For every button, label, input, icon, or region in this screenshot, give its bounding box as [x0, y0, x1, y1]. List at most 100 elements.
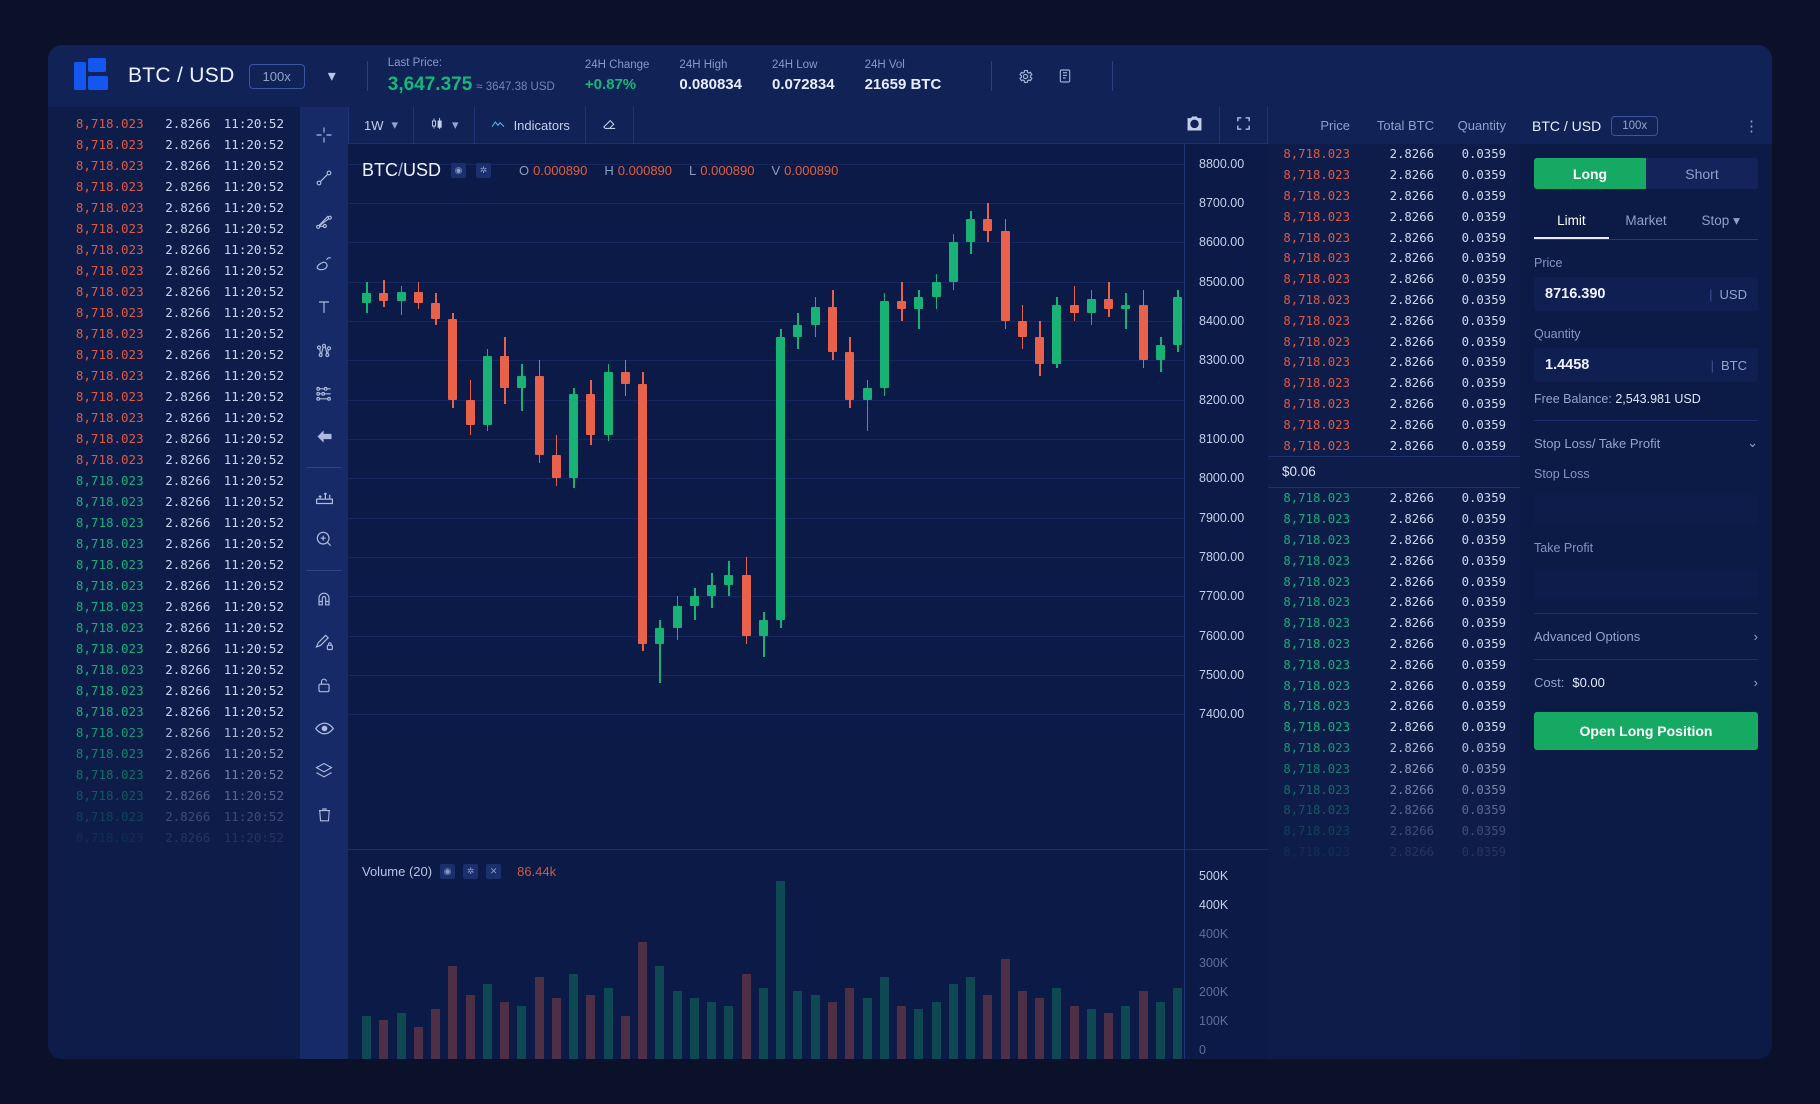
brand-logo-icon[interactable]: [74, 58, 110, 94]
order-book-row[interactable]: 8,718.0232.82660.0359: [1268, 352, 1520, 373]
trade-row[interactable]: 8,718.0232.826611:20:52: [48, 113, 300, 134]
pitchfork-icon[interactable]: [306, 332, 342, 368]
trade-row[interactable]: 8,718.0232.826611:20:52: [48, 365, 300, 386]
screenshot-button[interactable]: [1170, 107, 1220, 144]
order-book-row[interactable]: 8,718.0232.82660.0359: [1268, 186, 1520, 207]
gear-icon[interactable]: ✲: [463, 864, 478, 879]
tab-limit[interactable]: Limit: [1534, 206, 1609, 239]
trade-row[interactable]: 8,718.0232.826611:20:52: [48, 743, 300, 764]
order-book-row[interactable]: 8,718.0232.82660.0359: [1268, 414, 1520, 435]
trade-row[interactable]: 8,718.0232.826611:20:52: [48, 449, 300, 470]
asks-list[interactable]: 8,718.0232.82660.03598,718.0232.82660.03…: [1268, 144, 1520, 456]
trade-row[interactable]: 8,718.0232.826611:20:52: [48, 722, 300, 743]
eraser-button[interactable]: [586, 107, 634, 144]
indicators-button[interactable]: Indicators: [475, 107, 586, 144]
quantity-field[interactable]: 1.4458 |BTC: [1534, 348, 1758, 382]
trade-row[interactable]: 8,718.0232.826611:20:52: [48, 638, 300, 659]
gear-icon[interactable]: ✲: [476, 163, 491, 178]
trade-row[interactable]: 8,718.0232.826611:20:52: [48, 659, 300, 680]
order-book-row[interactable]: 8,718.0232.82660.0359: [1268, 592, 1520, 613]
order-book-row[interactable]: 8,718.0232.82660.0359: [1268, 758, 1520, 779]
trade-row[interactable]: 8,718.0232.826611:20:52: [48, 386, 300, 407]
order-book-row[interactable]: 8,718.0232.82660.0359: [1268, 435, 1520, 456]
order-book-row[interactable]: 8,718.0232.82660.0359: [1268, 373, 1520, 394]
trade-row[interactable]: 8,718.0232.826611:20:52: [48, 512, 300, 533]
kebab-menu-icon[interactable]: ⋮: [1744, 117, 1760, 135]
take-profit-field[interactable]: [1534, 569, 1758, 599]
quantity-input[interactable]: 1.4458: [1545, 357, 1711, 373]
order-book-row[interactable]: 8,718.0232.82660.0359: [1268, 842, 1520, 863]
open-long-position-button[interactable]: Open Long Position: [1534, 712, 1758, 750]
gear-icon[interactable]: [1012, 63, 1038, 89]
order-type-tabs[interactable]: Limit Market Stop ▾: [1534, 206, 1758, 240]
side-selector[interactable]: Long Short: [1534, 158, 1758, 189]
unlock-icon[interactable]: [306, 667, 342, 703]
order-book-row[interactable]: 8,718.0232.82660.0359: [1268, 165, 1520, 186]
trade-row[interactable]: 8,718.0232.826611:20:52: [48, 176, 300, 197]
order-book-row[interactable]: 8,718.0232.82660.0359: [1268, 571, 1520, 592]
order-book-row[interactable]: 8,718.0232.82660.0359: [1268, 509, 1520, 530]
sltp-toggle[interactable]: Stop Loss/ Take Profit ⌄: [1534, 421, 1758, 451]
trade-row[interactable]: 8,718.0232.826611:20:52: [48, 575, 300, 596]
fib-fan-icon[interactable]: [306, 203, 342, 239]
recent-trades-panel[interactable]: 8,718.0232.826611:20:528,718.0232.826611…: [48, 107, 300, 1059]
trade-row[interactable]: 8,718.0232.826611:20:52: [48, 491, 300, 512]
layers-icon[interactable]: [306, 753, 342, 789]
forecast-icon[interactable]: [306, 375, 342, 411]
long-button[interactable]: Long: [1534, 158, 1646, 189]
bids-list[interactable]: 8,718.0232.82660.03598,718.0232.82660.03…: [1268, 488, 1520, 862]
order-book-row[interactable]: 8,718.0232.82660.0359: [1268, 821, 1520, 842]
price-input[interactable]: 8716.390: [1545, 286, 1709, 302]
eye-icon[interactable]: [306, 710, 342, 746]
magnet-icon[interactable]: [306, 581, 342, 617]
trade-row[interactable]: 8,718.0232.826611:20:52: [48, 134, 300, 155]
order-book-row[interactable]: 8,718.0232.82660.0359: [1268, 717, 1520, 738]
tab-stop[interactable]: Stop ▾: [1683, 206, 1758, 239]
price-axis[interactable]: 8800.008700.008600.008500.008400.008300.…: [1184, 144, 1268, 849]
trade-row[interactable]: 8,718.0232.826611:20:52: [48, 806, 300, 827]
order-book-row[interactable]: 8,718.0232.82660.0359: [1268, 530, 1520, 551]
chart-type-selector[interactable]: ▾: [414, 107, 475, 144]
trade-row[interactable]: 8,718.0232.826611:20:52: [48, 260, 300, 281]
eye-icon[interactable]: ◉: [451, 163, 466, 178]
short-button[interactable]: Short: [1646, 158, 1758, 189]
eye-icon[interactable]: ◉: [440, 864, 455, 879]
volume-viewport[interactable]: Volume (20) ◉ ✲ ✕ 86.44k 500K400K400K300…: [348, 849, 1268, 1059]
trade-row[interactable]: 8,718.0232.826611:20:52: [48, 239, 300, 260]
trade-row[interactable]: 8,718.0232.826611:20:52: [48, 428, 300, 449]
arrow-left-icon[interactable]: [306, 418, 342, 454]
measure-icon[interactable]: [306, 478, 342, 514]
order-book-row[interactable]: 8,718.0232.82660.0359: [1268, 290, 1520, 311]
trade-row[interactable]: 8,718.0232.826611:20:52: [48, 596, 300, 617]
order-book-row[interactable]: 8,718.0232.82660.0359: [1268, 248, 1520, 269]
brush-icon[interactable]: [306, 246, 342, 282]
trade-row[interactable]: 8,718.0232.826611:20:52: [48, 785, 300, 806]
tab-market[interactable]: Market: [1609, 206, 1684, 239]
order-book-row[interactable]: 8,718.0232.82660.0359: [1268, 800, 1520, 821]
trade-row[interactable]: 8,718.0232.826611:20:52: [48, 470, 300, 491]
order-book-row[interactable]: 8,718.0232.82660.0359: [1268, 654, 1520, 675]
chart-viewport[interactable]: BTC/USD ◉ ✲ O0.000890 H0.000890 L0.00089…: [348, 144, 1268, 849]
crosshair-icon[interactable]: [306, 117, 342, 153]
order-book-row[interactable]: 8,718.0232.82660.0359: [1268, 779, 1520, 800]
trade-row[interactable]: 8,718.0232.826611:20:52: [48, 701, 300, 722]
trade-row[interactable]: 8,718.0232.826611:20:52: [48, 764, 300, 785]
trade-row[interactable]: 8,718.0232.826611:20:52: [48, 155, 300, 176]
trade-row[interactable]: 8,718.0232.826611:20:52: [48, 281, 300, 302]
order-book-row[interactable]: 8,718.0232.82660.0359: [1268, 488, 1520, 509]
trade-row[interactable]: 8,718.0232.826611:20:52: [48, 302, 300, 323]
trade-row[interactable]: 8,718.0232.826611:20:52: [48, 407, 300, 428]
lock-drawing-icon[interactable]: [306, 624, 342, 660]
price-field[interactable]: 8716.390 |USD: [1534, 277, 1758, 311]
price-plot[interactable]: BTC/USD ◉ ✲ O0.000890 H0.000890 L0.00089…: [348, 144, 1184, 849]
order-book-row[interactable]: 8,718.0232.82660.0359: [1268, 394, 1520, 415]
order-leverage-badge[interactable]: 100x: [1611, 116, 1658, 136]
trash-icon[interactable]: [306, 796, 342, 832]
chevron-down-icon[interactable]: ▾: [317, 63, 347, 89]
order-book-row[interactable]: 8,718.0232.82660.0359: [1268, 227, 1520, 248]
trade-row[interactable]: 8,718.0232.826611:20:52: [48, 218, 300, 239]
order-book-row[interactable]: 8,718.0232.82660.0359: [1268, 144, 1520, 165]
order-book-row[interactable]: 8,718.0232.82660.0359: [1268, 550, 1520, 571]
volume-axis[interactable]: 500K400K400K300K200K100K0: [1184, 850, 1268, 1059]
order-book-row[interactable]: 8,718.0232.82660.0359: [1268, 675, 1520, 696]
